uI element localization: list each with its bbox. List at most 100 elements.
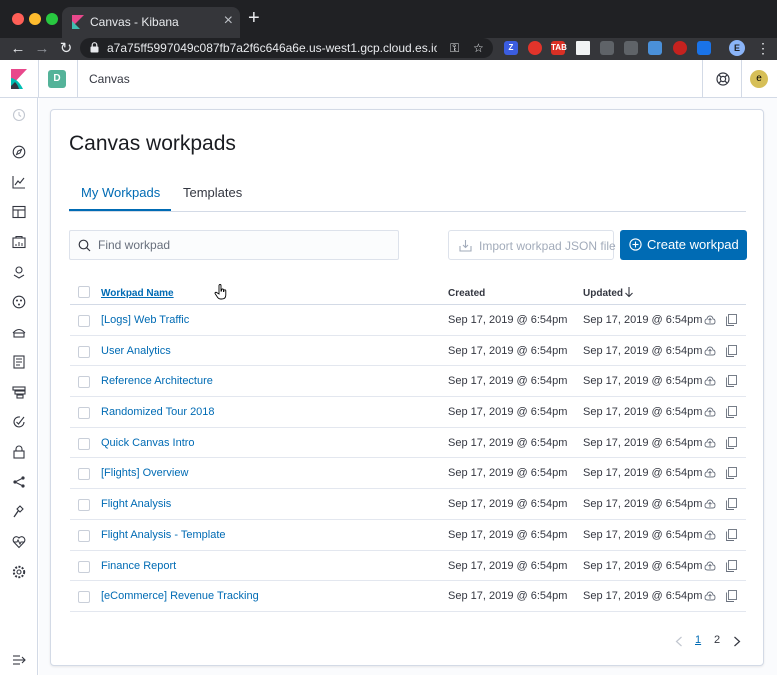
export-icon[interactable] [704, 590, 716, 602]
minimize-window-button[interactable] [29, 13, 41, 25]
siem-icon[interactable] [12, 445, 26, 459]
ml-icon[interactable] [12, 295, 26, 309]
tab-extension-icon[interactable]: TAB [551, 41, 567, 55]
browser-tab[interactable]: Canvas - Kibana × [62, 7, 240, 38]
row-checkbox[interactable] [78, 437, 90, 450]
sort-descending-icon[interactable] [624, 286, 634, 298]
logs-icon[interactable] [12, 355, 26, 369]
visualize-icon[interactable] [12, 175, 26, 189]
copy-icon[interactable] [726, 375, 737, 388]
clock-icon[interactable] [12, 108, 26, 122]
search-field[interactable] [69, 230, 399, 260]
row-checkbox[interactable] [78, 315, 90, 327]
copy-icon[interactable] [726, 436, 737, 449]
graph-icon[interactable] [12, 475, 26, 489]
column-header-updated[interactable]: Updated [583, 288, 623, 299]
workpad-name-link[interactable]: Finance Report [101, 560, 176, 572]
export-icon[interactable] [704, 437, 716, 449]
management-icon[interactable] [12, 565, 26, 579]
maximize-window-button[interactable] [46, 13, 58, 25]
space-selector-badge[interactable]: D [48, 70, 66, 88]
next-page-icon[interactable] [733, 636, 741, 647]
canvas-icon[interactable] [12, 235, 26, 249]
url-text[interactable]: a7a75ff5997049c087fb7a2f6c646a6e.us-west… [107, 41, 437, 55]
page-2-link[interactable]: 2 [714, 634, 720, 646]
row-checkbox[interactable] [78, 499, 90, 512]
reload-icon[interactable]: ↻ [58, 40, 74, 58]
extension-icon[interactable] [600, 41, 614, 55]
copy-icon[interactable] [726, 344, 737, 357]
row-checkbox[interactable] [78, 376, 90, 389]
create-workpad-button[interactable]: Create workpad [620, 230, 747, 260]
row-checkbox[interactable] [78, 407, 90, 420]
workpad-name-link[interactable]: Quick Canvas Intro [101, 437, 195, 449]
page-1-link[interactable]: 1 [695, 634, 701, 646]
row-checkbox[interactable] [78, 591, 90, 604]
dev-tools-icon[interactable] [12, 505, 26, 519]
video-extension-icon[interactable] [673, 41, 687, 55]
page-extension-icon[interactable] [576, 41, 590, 55]
row-checkbox[interactable] [78, 529, 90, 542]
profile-avatar[interactable]: E [729, 40, 745, 56]
copy-icon[interactable] [726, 528, 737, 541]
react-extension-icon[interactable] [697, 41, 711, 55]
workpad-name-link[interactable]: [eCommerce] Revenue Tracking [101, 590, 259, 602]
copy-icon[interactable] [726, 314, 737, 326]
back-arrow-icon[interactable]: ← [10, 40, 26, 58]
extension-icon[interactable] [624, 41, 638, 55]
tab-templates[interactable]: Templates [183, 185, 242, 200]
address-bar[interactable]: a7a75ff5997049c087fb7a2f6c646a6e.us-west… [80, 38, 493, 58]
browser-menu-icon[interactable]: ⋮ [756, 40, 770, 56]
row-checkbox[interactable] [78, 345, 90, 358]
discover-icon[interactable] [12, 145, 26, 159]
close-tab-icon[interactable]: × [224, 13, 233, 29]
export-icon[interactable] [704, 375, 716, 387]
column-header-created[interactable]: Created [448, 288, 485, 299]
workpad-name-link[interactable]: Reference Architecture [101, 375, 213, 387]
copy-icon[interactable] [726, 467, 737, 480]
globe-extension-icon[interactable] [648, 41, 662, 55]
workpad-name-link[interactable]: Randomized Tour 2018 [101, 406, 215, 418]
key-icon[interactable]: ⚿ [450, 41, 459, 56]
forward-arrow-icon[interactable]: → [34, 40, 50, 58]
row-checkbox[interactable] [78, 560, 90, 573]
maps-icon[interactable] [12, 265, 26, 279]
export-icon[interactable] [704, 498, 716, 510]
new-tab-button[interactable]: + [248, 8, 260, 28]
uptime-icon[interactable] [12, 415, 26, 429]
close-window-button[interactable] [12, 13, 24, 25]
workpad-name-link[interactable]: [Flights] Overview [101, 467, 188, 479]
previous-page-icon[interactable] [675, 636, 683, 647]
dashboard-icon[interactable] [12, 205, 26, 219]
infrastructure-icon[interactable] [12, 325, 26, 339]
workpad-name-link[interactable]: User Analytics [101, 345, 171, 357]
copy-icon[interactable] [726, 406, 737, 419]
zoom-extension-icon[interactable]: Z [504, 41, 518, 55]
workpad-name-link[interactable]: [Logs] Web Traffic [101, 314, 189, 326]
workpad-name-link[interactable]: Flight Analysis [101, 498, 171, 510]
copy-icon[interactable] [726, 559, 737, 572]
export-icon[interactable] [704, 345, 716, 357]
collapse-nav-icon[interactable] [12, 654, 26, 666]
record-extension-icon[interactable] [528, 41, 542, 55]
import-workpad-button[interactable]: Import workpad JSON file [448, 230, 616, 260]
export-icon[interactable] [704, 529, 716, 541]
monitoring-icon[interactable] [12, 535, 26, 549]
export-icon[interactable] [704, 560, 716, 572]
export-icon[interactable] [704, 467, 716, 479]
select-all-checkbox[interactable] [78, 286, 90, 298]
search-input[interactable] [98, 237, 388, 253]
export-icon[interactable] [704, 406, 716, 418]
user-avatar[interactable]: e [750, 70, 768, 88]
tab-my-workpads[interactable]: My Workpads [81, 185, 160, 200]
help-icon[interactable] [716, 72, 730, 86]
export-icon[interactable] [704, 314, 716, 326]
workpad-name-link[interactable]: Flight Analysis - Template [101, 529, 226, 541]
copy-icon[interactable] [726, 498, 737, 511]
apm-icon[interactable] [12, 385, 26, 399]
kibana-logo-icon[interactable] [11, 69, 27, 89]
column-header-name[interactable]: Workpad Name [101, 288, 174, 299]
star-icon[interactable]: ☆ [473, 41, 484, 55]
row-checkbox[interactable] [78, 468, 90, 481]
copy-icon[interactable] [726, 590, 737, 603]
